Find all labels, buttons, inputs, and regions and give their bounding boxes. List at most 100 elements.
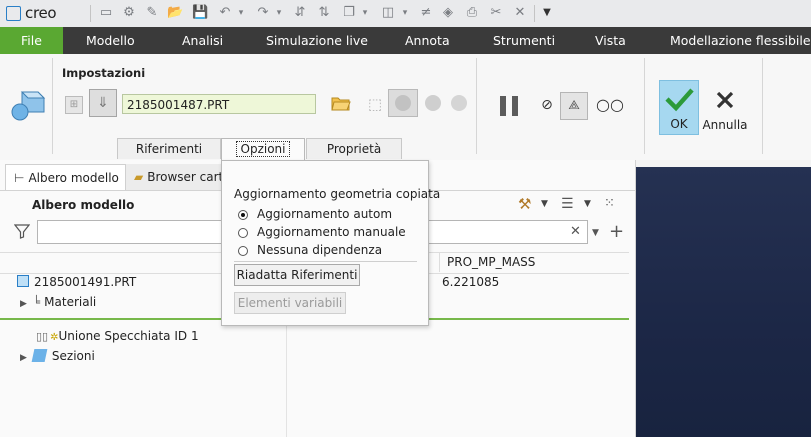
ribbon-divider <box>762 58 763 154</box>
regenerate-icon[interactable]: ✎ <box>144 5 160 21</box>
variable-items-button[interactable]: Elementi variabili <box>234 292 346 314</box>
tree-settings-icon[interactable]: ⚒ <box>518 195 536 213</box>
tab-model-tree-label: Albero modello <box>28 171 119 185</box>
option-manual-update[interactable]: Aggiornamento manuale <box>238 225 418 241</box>
open-folder-icon[interactable] <box>331 94 351 112</box>
regenerate-model-icon[interactable]: ⇵ <box>292 5 308 21</box>
tree-row-label: Unione Specchiata ID 1 <box>58 329 199 343</box>
model-tree-icon: ⊢ <box>14 171 25 185</box>
verify-preview-icon[interactable]: ⟁ <box>560 92 588 120</box>
close-icon <box>716 91 734 109</box>
part-reference-icon[interactable]: ⬚ <box>364 93 386 115</box>
column-pro-mp-mass[interactable]: PRO_MP_MASS <box>447 255 535 269</box>
graphics-background <box>636 167 811 437</box>
surface-copy-toggle[interactable] <box>388 89 418 117</box>
menu-file[interactable]: File <box>0 27 63 54</box>
tab-proprieta[interactable]: Proprietà <box>306 138 402 159</box>
pause-icon-left <box>500 96 506 116</box>
placement-icon[interactable]: ⊞ <box>65 96 83 114</box>
new-icon[interactable]: ▭ <box>98 5 114 21</box>
radio-no-dependency[interactable] <box>238 246 248 256</box>
toolbar-divider <box>534 5 535 22</box>
ok-label: OK <box>670 117 688 131</box>
mirror-merge-icon: ▯▯ <box>36 330 49 343</box>
glasses-preview-icon[interactable]: ○○ <box>596 95 624 115</box>
close-window-icon[interactable]: ✕ <box>512 5 528 21</box>
filter-icon[interactable] <box>14 223 30 239</box>
materials-icon: ╘ <box>32 295 41 309</box>
display-style-icon[interactable]: ◫ <box>380 5 396 21</box>
tab-model-tree[interactable]: ⊢ Albero modello <box>5 164 126 190</box>
radio-auto-update[interactable] <box>238 210 248 220</box>
expand-icon[interactable]: ▶ <box>20 353 27 363</box>
external-ref-star-icon: ✲ <box>50 332 59 343</box>
menu-vista[interactable]: Vista <box>595 27 626 54</box>
solid-copy-icon[interactable] <box>425 95 441 111</box>
tree-settings-dropdown-icon[interactable]: ▼ <box>541 199 548 209</box>
tab-folder-browser[interactable]: ▰ Browser cart <box>126 164 236 190</box>
tree-columns-icon[interactable]: ⁙ <box>604 195 626 213</box>
dimension-icon[interactable]: ≠ <box>418 5 434 21</box>
external-reference-icon[interactable]: ⇓ <box>89 89 117 117</box>
curve-copy-icon[interactable] <box>451 95 467 111</box>
redo-dropdown-icon[interactable]: ▾ <box>271 5 287 21</box>
save-icon[interactable]: 💾 <box>192 5 208 21</box>
search-dropdown-icon[interactable]: ▼ <box>592 228 599 238</box>
radio-manual-update[interactable] <box>238 228 248 238</box>
pause-icon[interactable] <box>512 96 518 116</box>
menu-annota[interactable]: Annota <box>405 27 450 54</box>
customize-dropdown-icon[interactable]: ▼ <box>539 5 555 21</box>
undo-icon[interactable]: ↶ <box>217 5 233 21</box>
display-dropdown-icon[interactable]: ▾ <box>397 5 413 21</box>
reference-model-field[interactable]: 2185001487.PRT <box>122 94 316 114</box>
undo-dropdown-icon[interactable]: ▾ <box>233 5 249 21</box>
print-icon[interactable]: ⎙ <box>464 5 480 21</box>
menu-analisi[interactable]: Analisi <box>182 27 223 54</box>
refit-references-button[interactable]: Riadatta Riferimenti <box>234 264 360 286</box>
model-tree-title: Albero modello <box>32 198 135 212</box>
ok-button[interactable]: OK <box>659 80 699 135</box>
tree-row-root[interactable]: 2185001491.PRT <box>17 273 136 291</box>
tab-opzioni-label: Opzioni <box>235 141 291 157</box>
add-filter-icon[interactable]: + <box>609 221 624 242</box>
option-label: Aggiornamento manuale <box>257 225 406 239</box>
tree-row-label: Sezioni <box>51 349 95 363</box>
menu-strumenti[interactable]: Strumenti <box>493 27 555 54</box>
show-icon[interactable]: ☰ <box>561 195 577 213</box>
show-dropdown-icon[interactable]: ▼ <box>584 199 591 209</box>
update-copied-geometry-title: Aggiornamento geometria copiata <box>234 187 441 201</box>
menu-simulazione-live[interactable]: Simulazione live <box>266 27 368 54</box>
clear-search-icon[interactable]: ✕ <box>570 224 581 239</box>
view-icon[interactable]: ◈ <box>440 5 456 21</box>
option-no-dependency[interactable]: Nessuna dipendenza <box>238 243 418 259</box>
option-label: Nessuna dipendenza <box>257 243 383 257</box>
option-auto-update[interactable]: Aggiornamento autom <box>238 207 418 223</box>
column-divider <box>439 252 440 272</box>
windows-icon[interactable]: ❐ <box>341 5 357 21</box>
tab-opzioni[interactable]: Opzioni <box>221 138 305 161</box>
open-icon[interactable]: 📂 <box>167 5 183 21</box>
copy-geometry-icon <box>11 91 46 121</box>
option-label: Aggiornamento autom <box>257 207 393 221</box>
regen-manager-icon[interactable]: ⇅ <box>316 5 332 21</box>
tree-row-sections[interactable]: ▶ Sezioni <box>20 347 95 365</box>
menu-modello[interactable]: Modello <box>86 27 135 54</box>
part-icon <box>17 275 29 287</box>
section-icon <box>31 349 48 362</box>
workspace-icon[interactable]: ⚙ <box>121 5 137 21</box>
menu-modellazione-flessibile[interactable]: Modellazione flessibile <box>670 27 811 54</box>
redo-icon[interactable]: ↷ <box>255 5 271 21</box>
tab-riferimenti[interactable]: Riferimenti <box>117 138 221 159</box>
tree-row-mirror-merge[interactable]: ▯▯ ✲Unione Specchiata ID 1 <box>36 327 199 345</box>
popup-divider <box>234 261 417 262</box>
tree-row-materials[interactable]: ▶ ╘ Materiali <box>20 293 96 311</box>
title-bar: creo ▭ ⚙ ✎ 📂 💾 ↶ ▾ ↷ ▾ ⇵ ⇅ ❐ ▾ ◫ ▾ ≠ ◈ ⎙… <box>0 0 811 28</box>
ribbon-divider <box>52 58 53 154</box>
windows-dropdown-icon[interactable]: ▾ <box>357 5 373 21</box>
cancel-button[interactable]: Annulla <box>700 84 750 134</box>
ribbon-divider <box>644 58 645 154</box>
tools-icon[interactable]: ✂ <box>488 5 504 21</box>
creo-cube-icon <box>6 5 21 21</box>
no-preview-icon[interactable]: ⊘ <box>540 98 554 112</box>
expand-icon[interactable]: ▶ <box>20 299 27 309</box>
